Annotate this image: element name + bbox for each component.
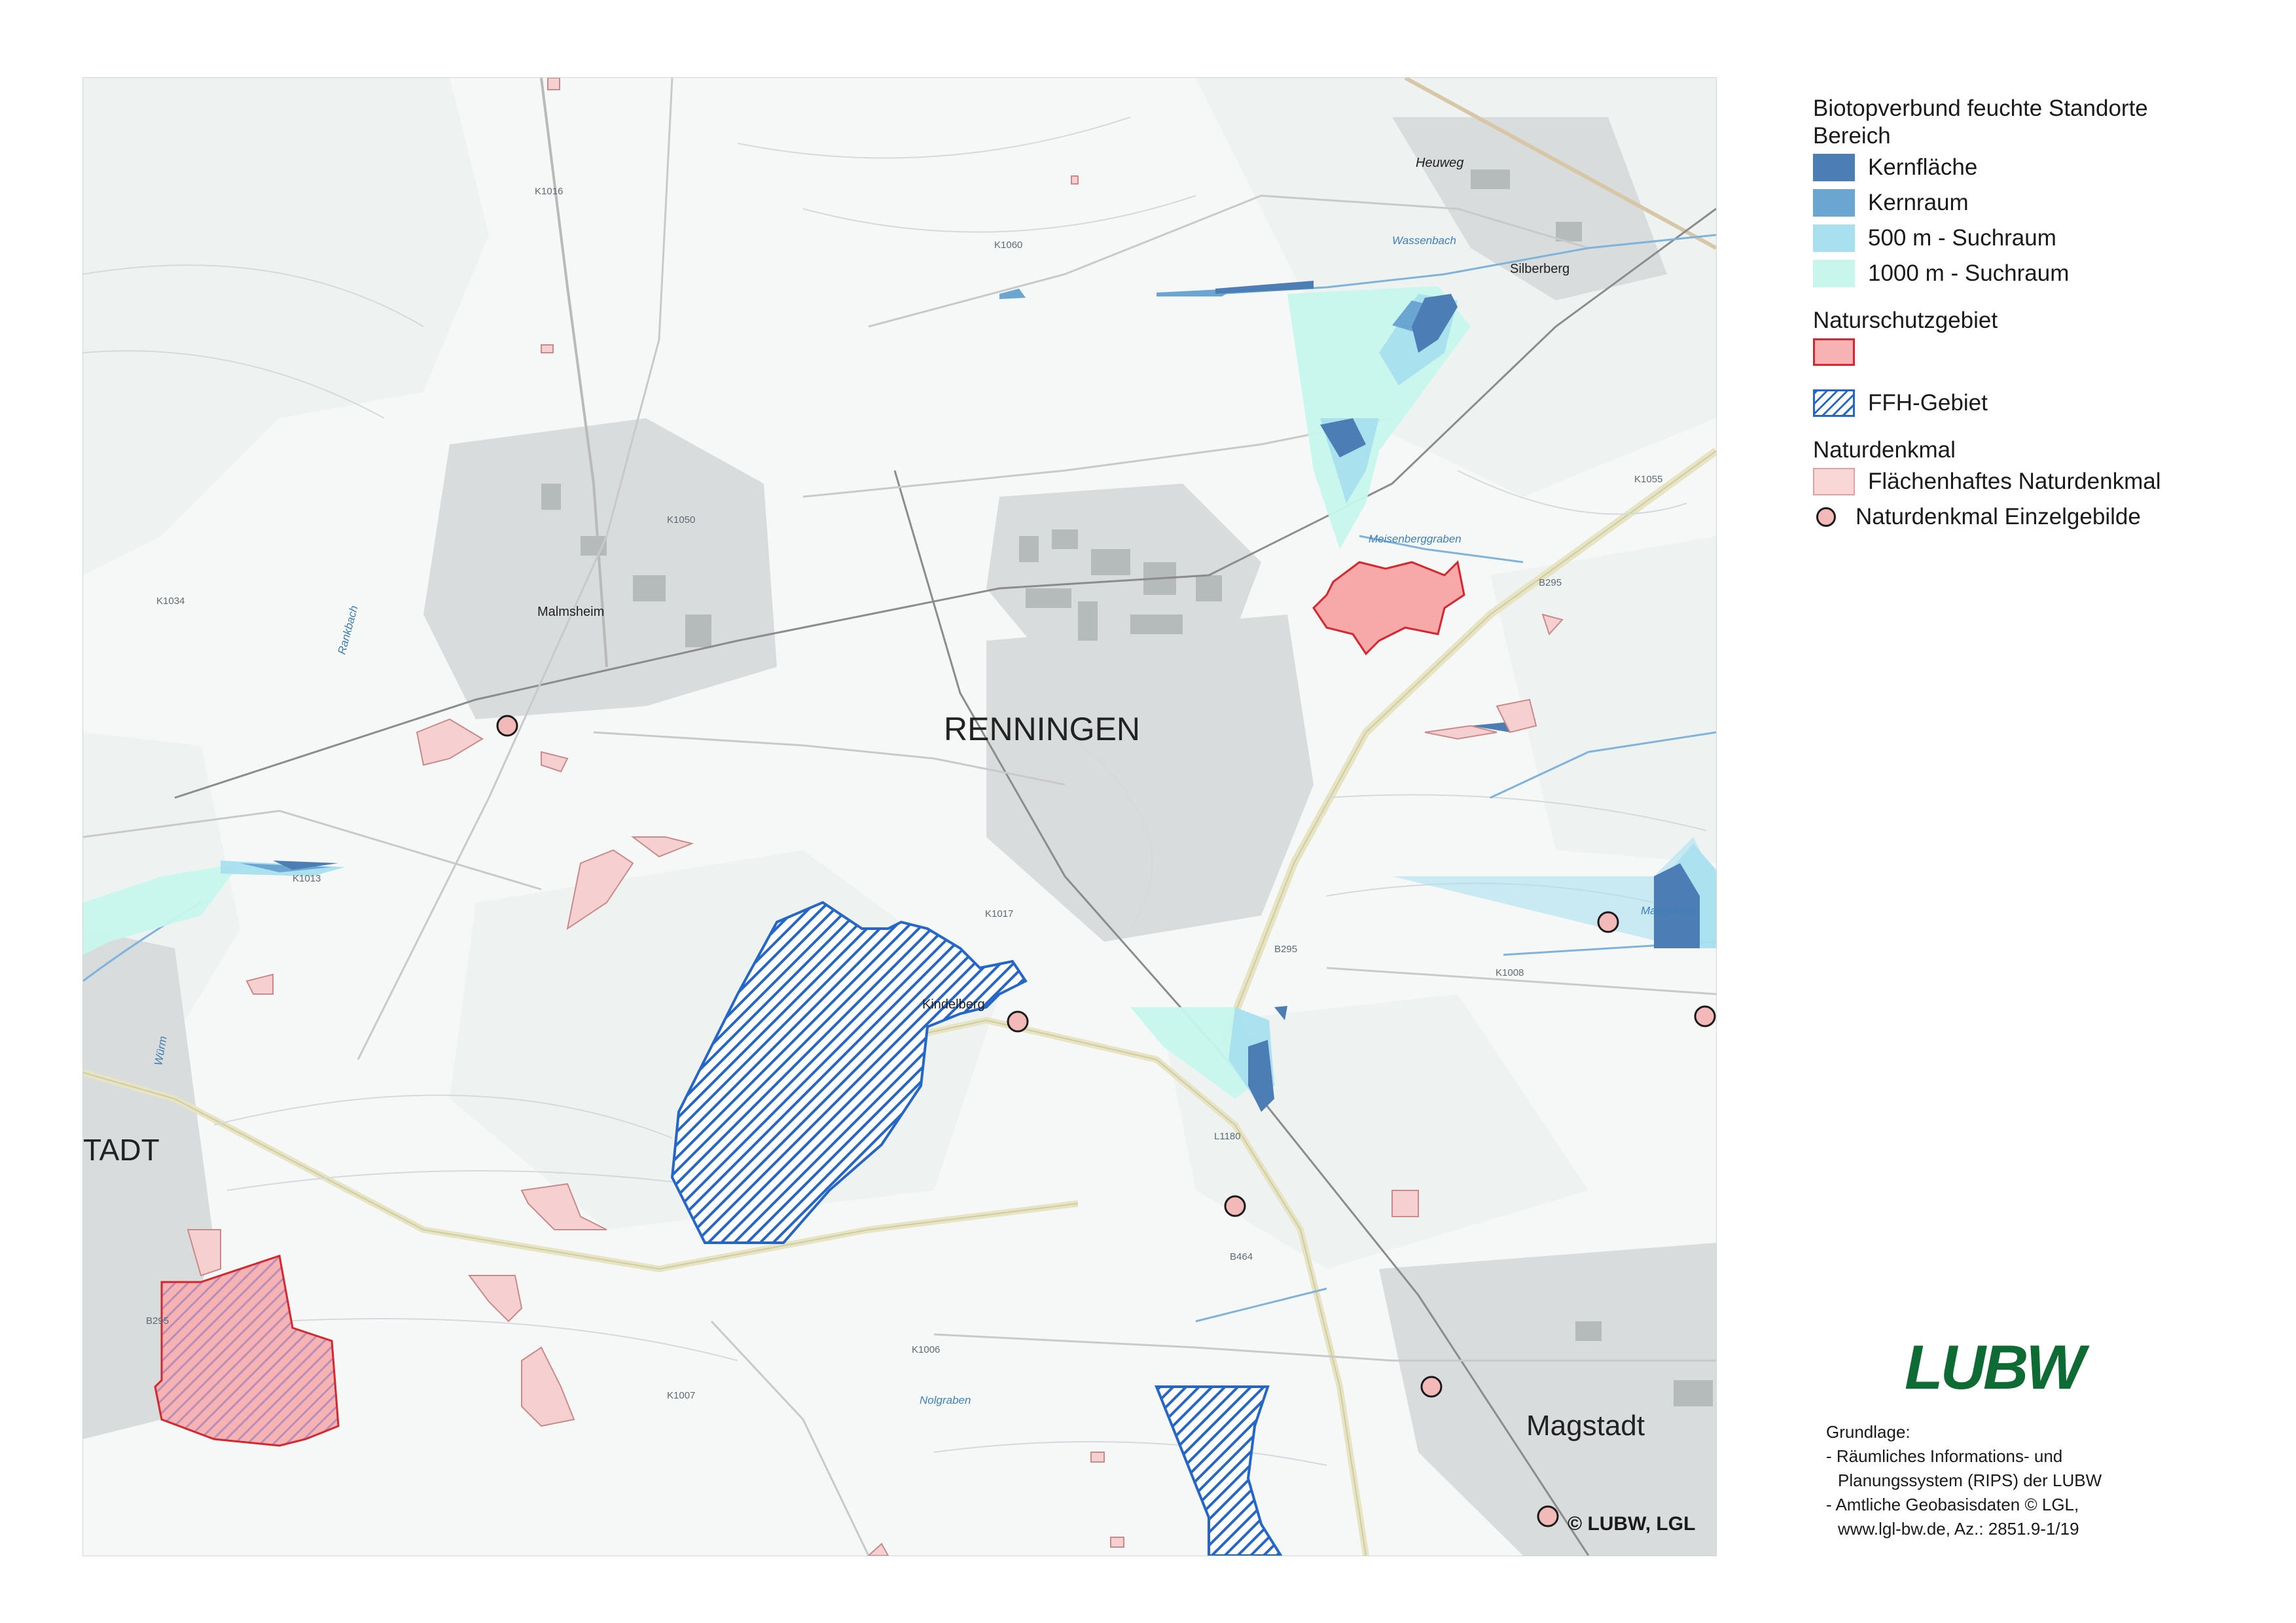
legend-item-nd-einzel: Naturdenkmal Einzelgebilde	[1813, 499, 2238, 535]
legend-item-suchraum-1000: 1000 m - Suchraum	[1813, 256, 2238, 291]
road-label-l1180: L1180	[1214, 1131, 1241, 1142]
legend-item-kernflaeche: Kernfläche	[1813, 150, 2238, 185]
road-label-b295-c: B295	[146, 1315, 169, 1327]
ffh-swatch	[1813, 389, 1855, 417]
legend: Biotopverbund feuchte Standorte Bereich …	[1813, 95, 2238, 535]
legend-label-kernraum: Kernraum	[1868, 190, 1969, 215]
source-heading: Grundlage:	[1826, 1422, 1910, 1442]
lubw-logo: LUBW	[1905, 1332, 2085, 1402]
place-magstadt: Magstadt	[1526, 1410, 1645, 1442]
legend-title-nsg: Naturschutzgebiet	[1813, 308, 1998, 333]
water-label-rankbach: Rankbach	[336, 604, 361, 656]
source-line-1: - Räumliches Informations- und	[1826, 1446, 2063, 1466]
place-renningen: RENNINGEN	[944, 711, 1140, 747]
road-label-b295-a: B295	[1539, 577, 1562, 588]
source-line-4: www.lgl-bw.de, Az.: 2851.9-1/19	[1838, 1519, 2079, 1539]
place-silberberg: Silberberg	[1510, 262, 1570, 276]
source-line-3: - Amtliche Geobasisdaten © LGL,	[1826, 1495, 2079, 1514]
road-label-k1007: K1007	[667, 1390, 695, 1401]
source-line-2: Planungssystem (RIPS) der LUBW	[1838, 1471, 2102, 1490]
water-label-maugraben: Maugraben	[1641, 904, 1697, 917]
road-label-k1016: K1016	[535, 186, 563, 197]
legend-title-bereich: Bereich	[1813, 123, 1891, 149]
water-label-wassenbach: Wassenbach	[1392, 234, 1456, 247]
nd-flaeche-swatch	[1813, 468, 1855, 495]
legend-label-suchraum-1000: 1000 m - Suchraum	[1868, 260, 2070, 286]
legend-title-naturdenkmal: Naturdenkmal	[1813, 437, 1956, 463]
legend-label-suchraum-500: 500 m - Suchraum	[1868, 225, 2056, 251]
road-label-k1013: K1013	[293, 873, 321, 884]
legend-label-kernflaeche: Kernfläche	[1868, 154, 1978, 180]
legend-label-nd-einzel: Naturdenkmal Einzelgebilde	[1856, 504, 2141, 529]
source-notes: Grundlage: - Räumliches Informations- un…	[1826, 1420, 2219, 1541]
legend-label-ffh: FFH-Gebiet	[1868, 390, 1988, 416]
road-label-k1055: K1055	[1634, 474, 1662, 485]
kernflaeche-swatch	[1813, 154, 1855, 181]
legend-item-nd-flaeche: Flächenhaftes Naturdenkmal	[1813, 464, 2238, 499]
legend-title-biotop: Biotopverbund feuchte Standorte	[1813, 96, 2148, 121]
legend-item-ffh: FFH-Gebiet	[1813, 385, 2238, 421]
copyright-notice: © LUBW, LGL	[1568, 1513, 1696, 1535]
legend-item-suchraum-500: 500 m - Suchraum	[1813, 221, 2238, 256]
map-canvas[interactable]: RENNINGEN Magstadt TADT Malmsheim Heuweg…	[82, 77, 1717, 1556]
legend-item-nsg	[1813, 334, 2238, 370]
kernraum-swatch	[1813, 189, 1855, 217]
suchraum-500-swatch	[1813, 224, 1855, 252]
road-label-k1008: K1008	[1496, 967, 1524, 978]
place-stadt-partial: TADT	[83, 1133, 160, 1167]
road-label-k1017: K1017	[985, 908, 1013, 919]
road-label-k1060: K1060	[994, 240, 1022, 251]
place-malmsheim: Malmsheim	[537, 605, 604, 619]
road-label-k1006: K1006	[912, 1344, 940, 1355]
place-heuweg: Heuweg	[1416, 156, 1463, 170]
road-label-b464: B464	[1230, 1251, 1253, 1262]
water-label-nolgraben: Nolgraben	[920, 1394, 971, 1406]
road-label-k1034: K1034	[156, 596, 185, 607]
nd-einzel-circle-icon	[1816, 507, 1836, 527]
legend-label-nd-flaeche: Flächenhaftes Naturdenkmal	[1868, 469, 2161, 494]
road-label-b295-b: B295	[1274, 944, 1297, 955]
suchraum-1000-swatch	[1813, 260, 1855, 287]
nsg-swatch	[1813, 338, 1855, 366]
legend-item-kernraum: Kernraum	[1813, 185, 2238, 221]
road-label-k1050: K1050	[667, 514, 695, 526]
place-kindelberg: Kindelberg	[922, 997, 985, 1012]
water-label-meisenberggraben: Meisenberggraben	[1369, 533, 1462, 545]
